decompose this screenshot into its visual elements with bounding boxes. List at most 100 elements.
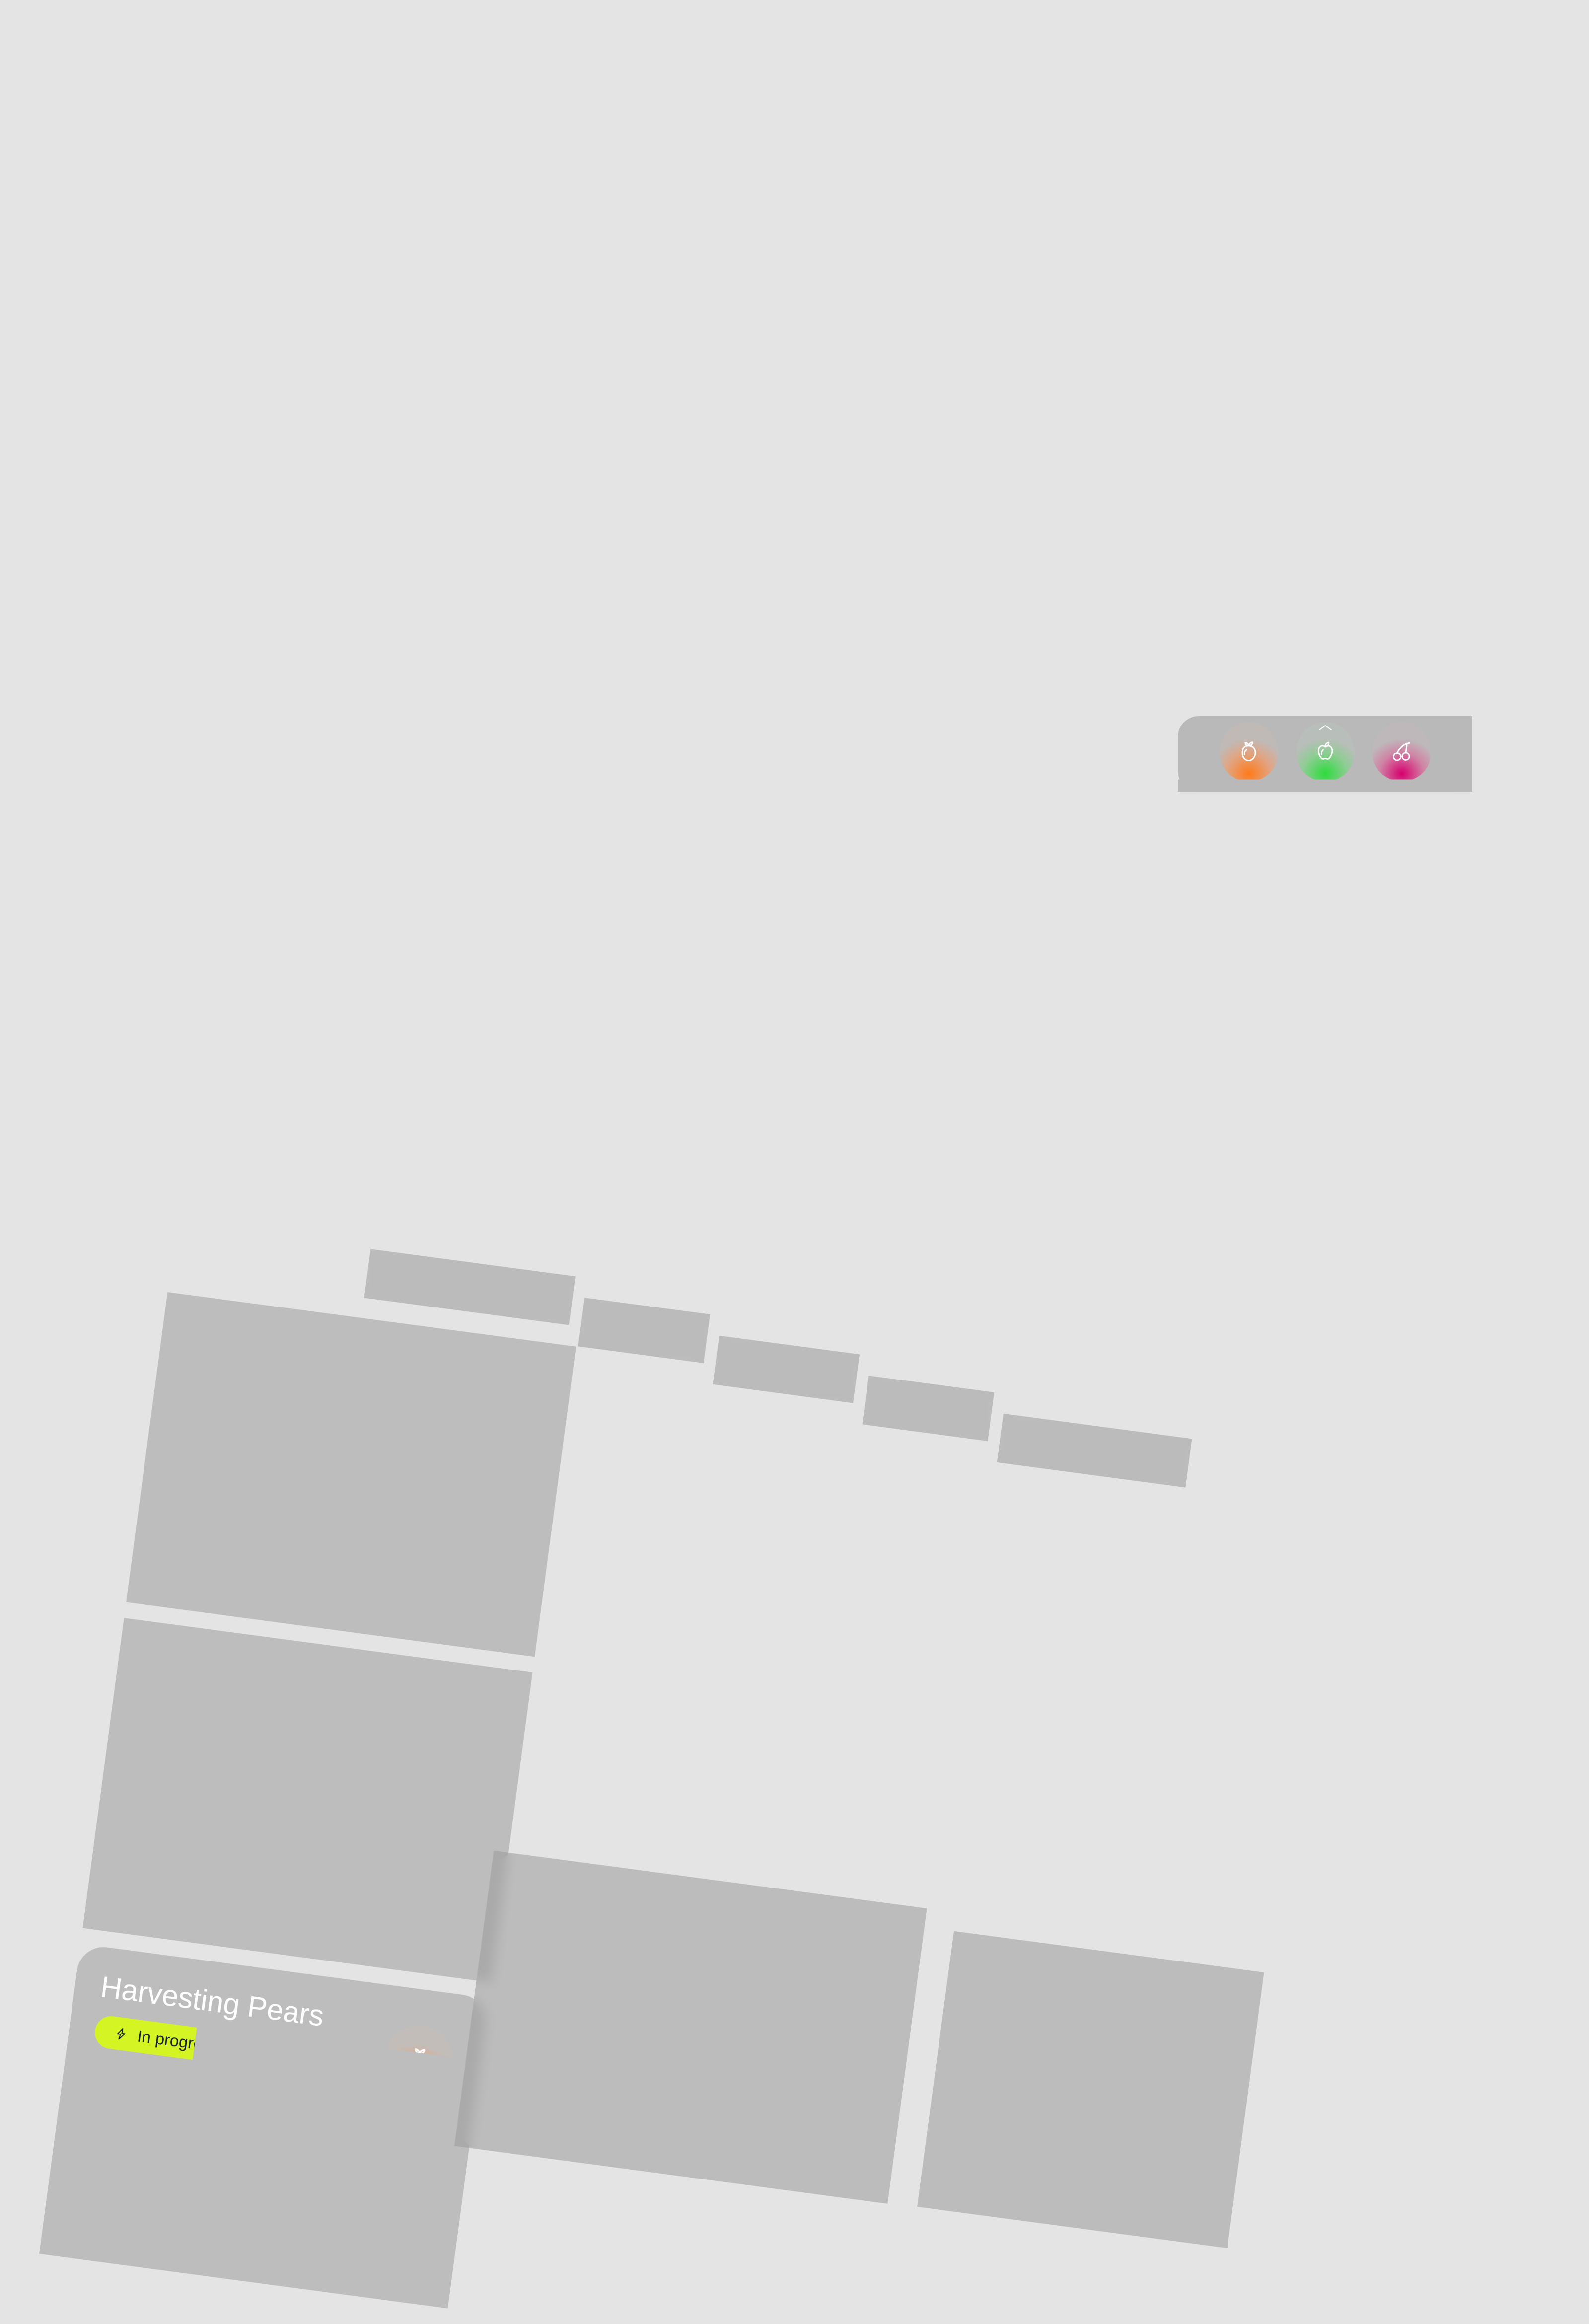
wind-icon (1099, 2053, 1123, 2078)
task-meta: Season 2023 Dates 10/17 - 10/23/2024 Wor… (69, 2074, 447, 2278)
search-icon[interactable] (676, 1443, 734, 1501)
bolt-icon (113, 2026, 130, 2042)
map-toolbar[interactable] (614, 1435, 796, 1509)
sidebar-item-calendar[interactable] (50, 1608, 98, 1656)
scale-tick: 32° (696, 2064, 725, 2089)
sidebar-item-home[interactable] (68, 1351, 146, 1404)
meta-worker: Worker Ann Smith (155, 1506, 322, 1600)
composition-stage: pest risk Peach AgridFlow Crop managemen… (0, 0, 1589, 2324)
stat-label: Weather (965, 2007, 1061, 2038)
layers-icon[interactable] (614, 1435, 672, 1493)
nav-label: Finance (599, 1315, 661, 1342)
peach-hero-card[interactable]: pest risk Peach (413, 276, 1051, 971)
status-label: Pending (180, 1701, 242, 1728)
task-card[interactable]: Transport Peaches Pending Season 2023 Da… (82, 1618, 532, 1982)
chevron-down-icon (822, 1370, 837, 1381)
warning-triangle-icon (960, 2108, 1022, 2171)
cloud-sun-icon (961, 2035, 986, 2059)
bolt-icon (200, 1374, 217, 1391)
sidebar-item-briefcase[interactable] (61, 1523, 109, 1571)
meta-dates: Dates 10/17 - 10/23/2024 (246, 2097, 446, 2195)
task-card[interactable]: Harvesting Pears In progress Season 2023… (39, 1944, 489, 2308)
sidebar-item-dashboard[interactable] (95, 1268, 143, 1316)
status-badge: Pending (137, 1688, 262, 1737)
fruit-name-label: Peach (442, 901, 545, 943)
field-label-text: Field 01 (861, 1655, 925, 1682)
meta-worker: Worker Alex Moor (112, 1831, 280, 1926)
pest-risk-label: pest risk (515, 320, 604, 348)
pest-risk-label: pest risk (1025, 2135, 1100, 2186)
weather-condition: Sunny (506, 1932, 573, 1966)
basket-icon (170, 1449, 190, 1468)
stat-value: 33 (1098, 2051, 1157, 2085)
warning-triangle-icon (1120, 2130, 1183, 2192)
scale-tick: 35° (851, 2085, 881, 2109)
meta-dates: Dates 10/27 - 11/27/2024 (291, 1771, 490, 1870)
crop-wind-stat: Wind 33 (1098, 2026, 1161, 2085)
calendar-icon (291, 1824, 311, 1844)
peach-icon (910, 1795, 970, 1855)
status-label: In progress (136, 2027, 220, 2056)
chevron-down-icon (957, 1408, 972, 1419)
nav-resources[interactable]: Resouces (713, 1336, 860, 1403)
meta-season: Season 2023 (79, 2074, 246, 2169)
task-meta: Season 2024 Dates 01/10 - 01/15/2024 Wor… (155, 1423, 534, 1627)
meta-action: Action Harvesting (235, 2179, 435, 2278)
stat-label: Wind (1103, 2026, 1161, 2052)
task-meta: Season 2023 Dates 10/27 - 11/27/2024 Wor… (112, 1748, 490, 1953)
scale-tick: 33° (747, 2071, 777, 2096)
status-badge: In progress (93, 2014, 239, 2066)
nav-label: Field Operations (1018, 1431, 1144, 1467)
sidebar-item-document[interactable] (27, 1777, 75, 1825)
fruit-option-peach[interactable] (1220, 722, 1278, 781)
pest-risk-badge[interactable]: pest risk (441, 303, 604, 364)
meta-season: Season 2024 (166, 1423, 333, 1517)
map-field-label[interactable]: Field 01 (823, 1643, 942, 1691)
meta-action: Action Pruning (322, 1528, 522, 1627)
field-label-text: Field 03 (922, 1863, 986, 1891)
nav-label: Resouces (734, 1353, 811, 1382)
meta-season: Season 2023 (123, 1748, 291, 1843)
bolt-icon (156, 1700, 173, 1717)
crop-weather-stat: Weather Windy (961, 2007, 1061, 2072)
nav-label: Crop management (386, 1266, 527, 1304)
person-icon (72, 2183, 92, 2203)
chevron-down-icon (672, 1330, 687, 1341)
fruit-option-cherry[interactable] (1372, 722, 1431, 781)
sidebar-item-tasks[interactable] (38, 1692, 86, 1741)
basket-icon (127, 1774, 147, 1794)
sun-icon (579, 1943, 621, 1984)
tablet-device: AgridFlow Crop management Finance Resouc… (0, 1104, 1368, 2324)
field-status-dot (841, 1656, 853, 1669)
fruit-selector-bar[interactable] (1178, 716, 1472, 792)
device-screen: AgridFlow Crop management Finance Resouc… (0, 1116, 1356, 2324)
meta-worker: Worker Slav Zelik (69, 2157, 235, 2251)
nav-finance[interactable]: Finance (578, 1298, 710, 1363)
basket-icon (83, 2100, 103, 2120)
tag-icon (280, 1907, 300, 1927)
warning-triangle-icon[interactable] (737, 1451, 795, 1509)
meta-action: Action Transort (280, 1854, 479, 1953)
map-field-label[interactable]: Field 02 (1155, 1769, 1274, 1817)
field-status-dot (902, 1865, 915, 1877)
nav-analyze[interactable]: Analyze (862, 1376, 994, 1441)
person-icon (116, 1857, 136, 1877)
tag-icon (322, 1581, 342, 1601)
warning-triangle-icon (441, 303, 503, 364)
nav-label: Analyze (884, 1393, 946, 1420)
field-status-dot (1173, 1783, 1185, 1795)
cherry-icon (852, 1583, 912, 1643)
status-badge: In progress (180, 1363, 326, 1414)
field-label-text: Field 02 (1193, 1781, 1257, 1809)
meta-dates: Dates 01/10 - 01/15/2024 (333, 1445, 533, 1543)
sidebar-item-clipboard[interactable] (72, 1439, 120, 1487)
fruit-option-apple[interactable] (1296, 722, 1355, 781)
scale-tick: 29° (540, 2043, 570, 2068)
scale-tick: 28° (488, 2036, 518, 2061)
calendar-icon (246, 2150, 266, 2170)
scale-tick: 34° (799, 2078, 829, 2103)
sidebar-item-menu[interactable] (16, 1862, 64, 1910)
chevron-down-icon (538, 1292, 553, 1303)
chevron-down-icon (1155, 1454, 1169, 1465)
tag-icon (235, 2233, 255, 2253)
